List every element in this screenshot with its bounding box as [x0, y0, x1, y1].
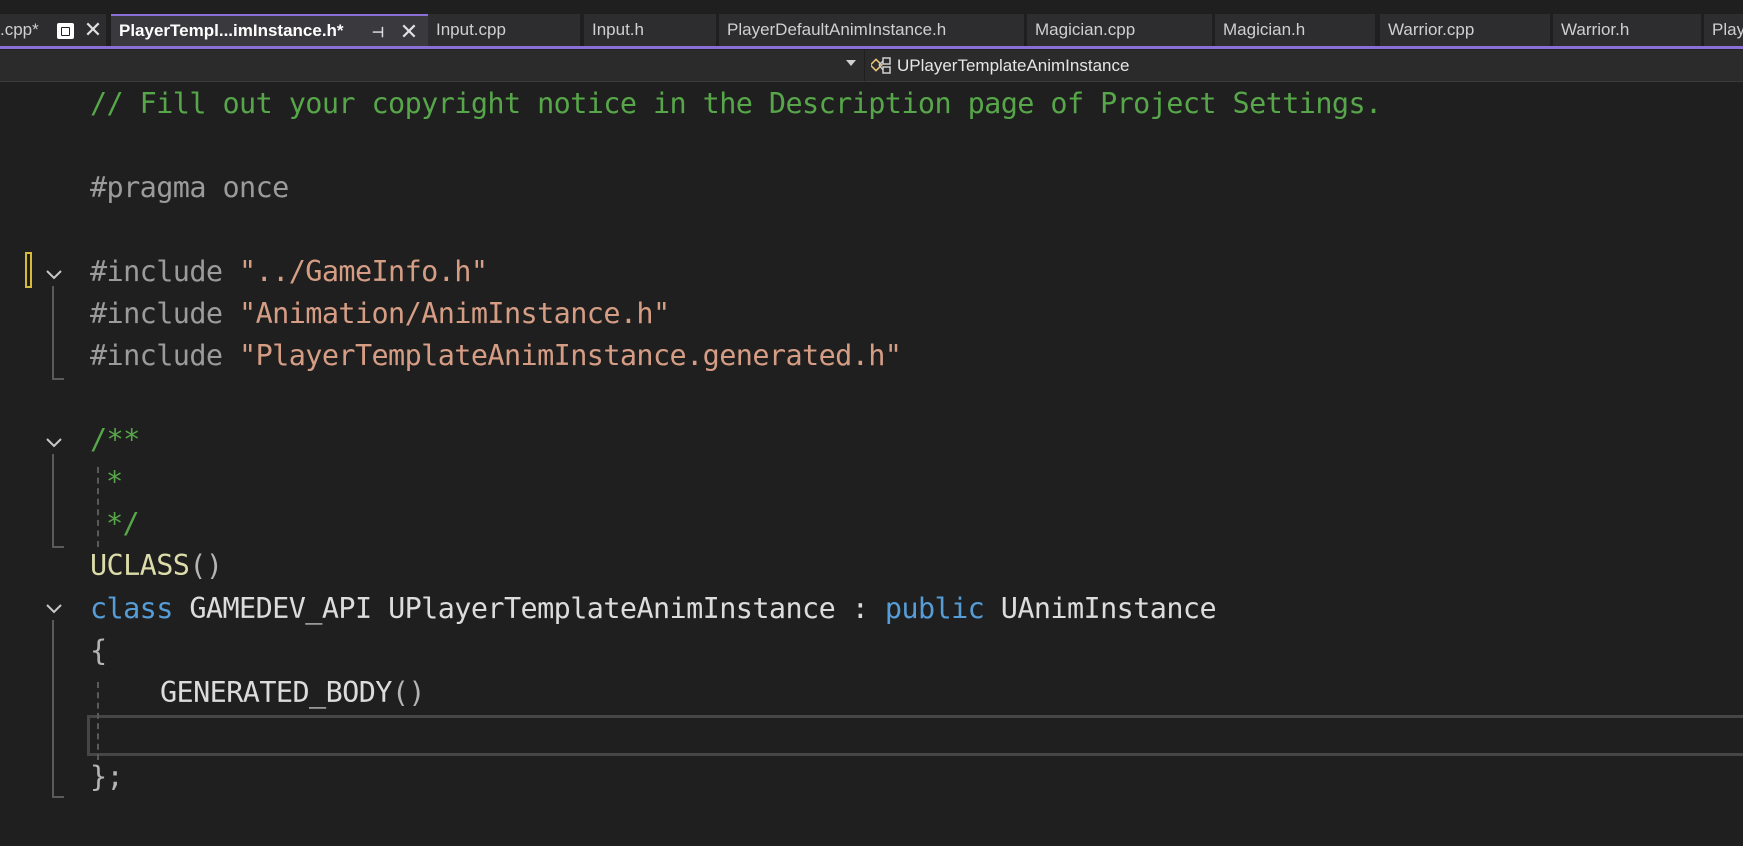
- divider: [864, 50, 865, 81]
- chevron-down-icon[interactable]: [44, 432, 64, 452]
- code-line-7: #include "PlayerTemplateAnimInstance.gen…: [90, 335, 902, 377]
- navigation-bar: UPlayerTemplateAnimInstance: [0, 50, 1743, 82]
- code-line-9: /**: [90, 423, 140, 456]
- tab-magician-cpp[interactable]: Magician.cpp: [1027, 14, 1212, 46]
- fold-range-line: [52, 454, 54, 548]
- generated-body-macro: GENERATED_BODY: [160, 676, 392, 709]
- tab-cpp-file[interactable]: .cpp* ✕: [0, 14, 106, 46]
- code-line-10: *: [106, 465, 123, 498]
- pin-icon[interactable]: [57, 23, 74, 39]
- code-line-3: #pragma once: [90, 171, 289, 204]
- keyword-class: class: [90, 592, 173, 625]
- tab-label: Warrior.cpp: [1388, 20, 1475, 39]
- tab-label: PlayerTempl...imInstance.h*: [119, 21, 344, 40]
- fold-range-line: [52, 620, 54, 798]
- tab-input-cpp[interactable]: Input.cpp: [428, 14, 580, 46]
- class-icon: [871, 57, 891, 74]
- tab-warrior-cpp[interactable]: Warrior.cpp: [1380, 14, 1550, 46]
- parens: (): [189, 549, 223, 582]
- tab-label: Input.h: [592, 20, 644, 39]
- code-line-6: #include "Animation/AnimInstance.h": [90, 293, 670, 335]
- tab-play-truncated[interactable]: Play: [1704, 14, 1743, 46]
- tab-label: Input.cpp: [436, 20, 506, 39]
- colon: :: [835, 592, 885, 625]
- member-scope-dropdown[interactable]: UPlayerTemplateAnimInstance: [897, 55, 1129, 77]
- include-directive: #include: [90, 297, 240, 330]
- fold-range-end: [52, 378, 64, 380]
- code-line-5: #include "../GameInfo.h": [90, 251, 488, 293]
- fold-range-end: [52, 796, 64, 798]
- code-line-17: };: [90, 760, 124, 793]
- base-class: UAnimInstance: [984, 592, 1217, 625]
- code-line-15: GENERATED_BODY(): [160, 672, 426, 714]
- tab-strip-accent: [0, 46, 1743, 49]
- chevron-down-icon[interactable]: [44, 264, 64, 284]
- indent-guide: [97, 682, 99, 760]
- code-editor[interactable]: // Fill out your copyright notice in the…: [0, 82, 1743, 846]
- include-path: "PlayerTemplateAnimInstance.generated.h": [239, 339, 902, 372]
- tab-label: PlayerDefaultAnimInstance.h: [727, 20, 947, 39]
- keyword-public: public: [884, 592, 985, 625]
- current-line-highlight: [87, 715, 1743, 756]
- tab-label: Magician.cpp: [1035, 20, 1136, 39]
- tab-input-h[interactable]: Input.h: [584, 14, 716, 46]
- indent-guide: [97, 467, 99, 547]
- tab-label: Warrior.h: [1561, 20, 1630, 39]
- code-line-11: */: [106, 507, 140, 540]
- include-path: "Animation/AnimInstance.h": [239, 297, 670, 330]
- fold-range-end: [52, 546, 64, 548]
- code-line-12: UCLASS(): [90, 545, 223, 587]
- close-icon[interactable]: ✕: [398, 19, 420, 45]
- tab-label: .cpp*: [0, 20, 39, 39]
- include-directive: #include: [90, 255, 240, 288]
- chevron-down-icon[interactable]: [846, 60, 856, 66]
- change-marker: [25, 252, 32, 288]
- code-line-1: // Fill out your copyright notice in the…: [90, 87, 1382, 120]
- api-macro: GAMEDEV_API: [172, 592, 389, 625]
- uclass-macro: UCLASS: [90, 549, 190, 582]
- document-tab-strip: .cpp* ✕ PlayerTempl...imInstance.h* ⊣ ✕ …: [0, 0, 1743, 50]
- close-icon[interactable]: ✕: [82, 17, 104, 43]
- tab-warrior-h[interactable]: Warrior.h: [1553, 14, 1701, 46]
- tab-label: Play: [1712, 20, 1743, 39]
- fold-range-line: [52, 286, 54, 380]
- class-name: UPlayerTemplateAnimInstance: [388, 592, 836, 625]
- include-path: "../GameInfo.h": [239, 255, 488, 288]
- chevron-down-icon[interactable]: [44, 598, 64, 618]
- parens: (): [391, 676, 426, 709]
- tab-label: Magician.h: [1223, 20, 1306, 39]
- tab-player-default-anim-instance-h[interactable]: PlayerDefaultAnimInstance.h: [719, 14, 1024, 46]
- pin-icon[interactable]: ⊣: [370, 24, 386, 40]
- tab-magician-h[interactable]: Magician.h: [1215, 14, 1375, 46]
- include-directive: #include: [90, 339, 240, 372]
- tab-player-template-anim-instance-h[interactable]: PlayerTempl...imInstance.h* ⊣ ✕: [111, 14, 429, 46]
- code-line-14: {: [90, 634, 107, 667]
- code-line-13: class GAMEDEV_API UPlayerTemplateAnimIns…: [90, 588, 1217, 630]
